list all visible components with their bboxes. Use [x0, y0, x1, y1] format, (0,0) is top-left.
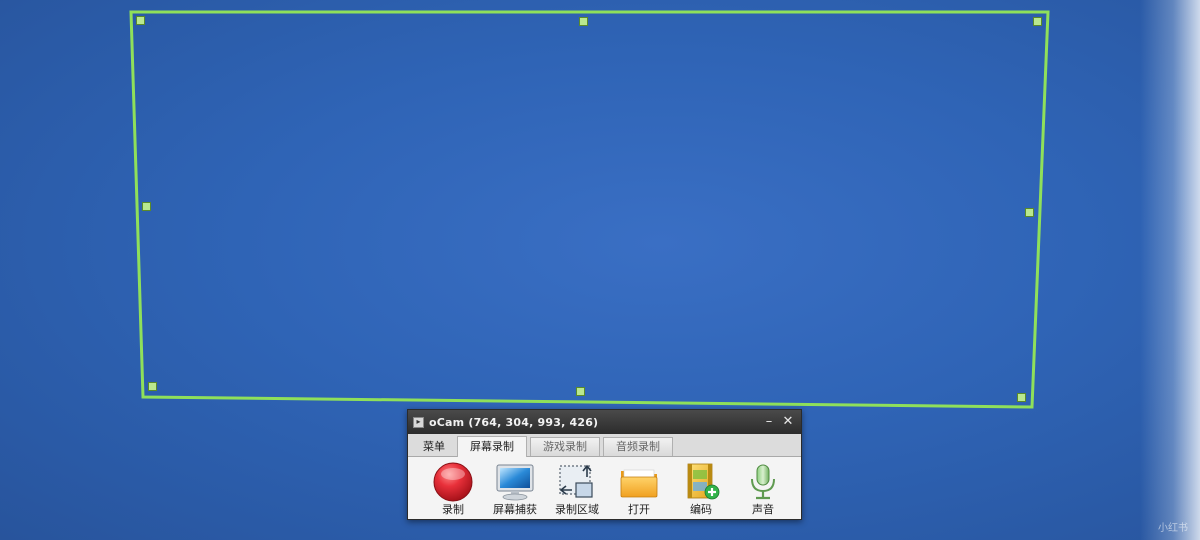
- screenshot-button[interactable]: 屏幕捕获: [484, 457, 546, 519]
- codec-button[interactable]: 编码: [670, 457, 732, 519]
- screenshot-label: 屏幕捕获: [493, 503, 537, 516]
- open-button[interactable]: 打开: [608, 457, 670, 519]
- monitor-bezel: [1140, 0, 1200, 540]
- record-region-button[interactable]: 录制区域: [546, 457, 608, 519]
- monitor-icon: [496, 464, 534, 501]
- record-button[interactable]: 录制: [422, 457, 484, 519]
- tab-bar: 菜单 屏幕录制 游戏录制 音频录制: [408, 434, 801, 457]
- record-label: 录制: [442, 503, 464, 516]
- record-icon: [433, 462, 473, 502]
- toolbar: 录制 屏幕捕获 录制区域 打开 编码 声音: [408, 457, 801, 519]
- resize-handle-top-right[interactable]: [1033, 17, 1042, 26]
- tab-game-record[interactable]: 游戏录制: [530, 437, 600, 456]
- codec-label: 编码: [690, 503, 712, 516]
- tab-screen-record[interactable]: 屏幕录制: [457, 436, 527, 457]
- desktop-background: ▸ oCam (764, 304, 993, 426) – ✕ 菜单 屏幕录制 …: [0, 0, 1200, 540]
- capture-region-border: [129, 10, 1050, 409]
- open-label: 打开: [628, 503, 650, 516]
- resize-region-icon: [559, 464, 593, 498]
- resize-handle-top-center[interactable]: [579, 17, 588, 26]
- sound-label: 声音: [752, 503, 774, 516]
- resize-handle-bottom-right[interactable]: [1017, 393, 1026, 402]
- resize-handle-bottom-center[interactable]: [576, 387, 585, 396]
- resize-handle-middle-left[interactable]: [142, 202, 151, 211]
- app-icon: ▸: [413, 416, 424, 428]
- close-button[interactable]: ✕: [780, 414, 796, 430]
- microphone-icon: [751, 464, 775, 500]
- record-region-label: 录制区域: [555, 503, 599, 516]
- window-title: oCam (764, 304, 993, 426): [429, 415, 599, 429]
- film-add-icon: [687, 463, 720, 500]
- resize-handle-bottom-left[interactable]: [148, 382, 157, 391]
- resize-handle-middle-right[interactable]: [1025, 208, 1034, 217]
- minimize-button[interactable]: –: [761, 414, 777, 430]
- window-titlebar[interactable]: ▸ oCam (764, 304, 993, 426) – ✕: [408, 410, 801, 434]
- resize-handle-top-left[interactable]: [136, 16, 145, 25]
- watermark: 小红书: [1158, 523, 1188, 534]
- tab-audio-record[interactable]: 音频录制: [603, 437, 673, 456]
- ocam-window: ▸ oCam (764, 304, 993, 426) – ✕ 菜单 屏幕录制 …: [407, 409, 802, 520]
- tab-menu[interactable]: 菜单: [414, 437, 454, 456]
- folder-icon: [620, 469, 658, 498]
- sound-button[interactable]: 声音: [732, 457, 794, 519]
